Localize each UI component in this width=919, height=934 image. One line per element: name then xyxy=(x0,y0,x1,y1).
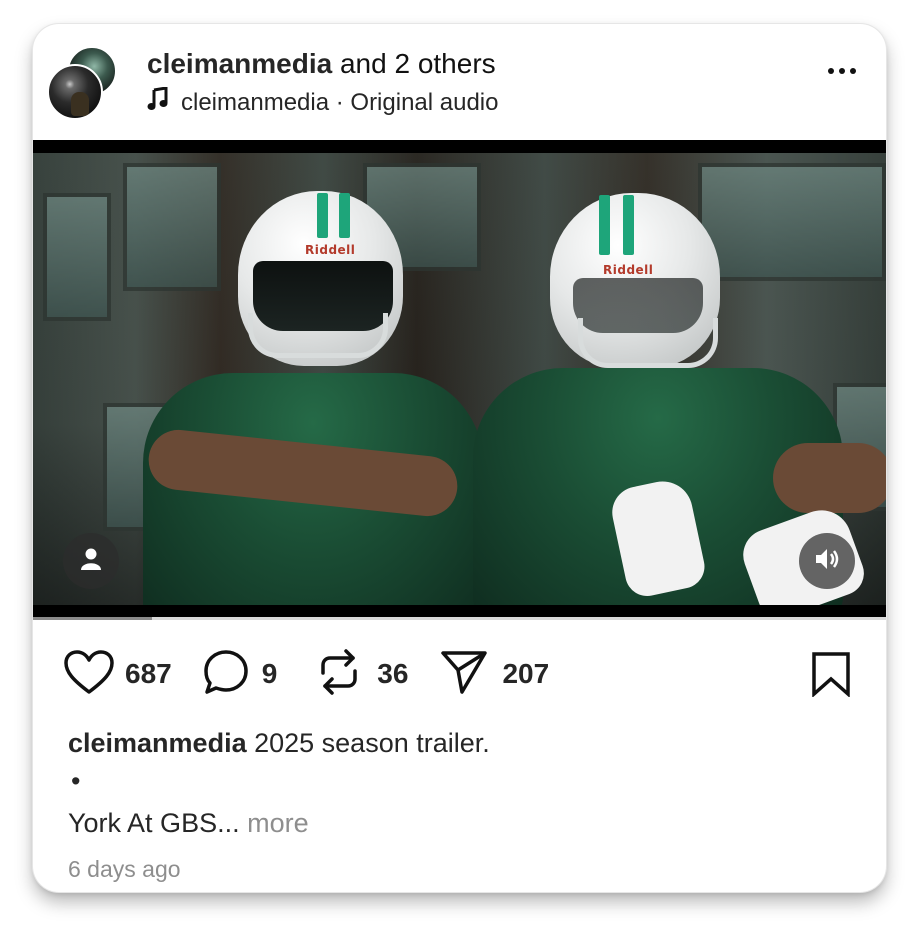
video-player[interactable]: Riddell Riddell xyxy=(33,140,886,620)
heart-icon[interactable] xyxy=(63,649,115,700)
post-timestamp: 6 days ago xyxy=(68,856,181,882)
video-progress-fill xyxy=(33,617,153,620)
speaker-icon xyxy=(814,547,840,576)
save-button[interactable] xyxy=(810,651,852,702)
bookmark-icon[interactable] xyxy=(810,652,852,701)
caption-line-2-text: York At GBS... xyxy=(68,808,248,838)
audio-info[interactable]: cleimanmedia · Original audio xyxy=(147,86,499,118)
avatar[interactable] xyxy=(47,64,103,120)
send-icon[interactable] xyxy=(440,649,488,700)
caption-bullet: • xyxy=(71,766,81,796)
person-icon xyxy=(80,547,102,576)
post-card: cleimanmedia and 2 others cleimanmedia ·… xyxy=(33,24,886,892)
repost-count[interactable]: 36 xyxy=(377,658,408,690)
post-author[interactable]: cleimanmedia and 2 others xyxy=(147,48,496,80)
video-progress-bar[interactable] xyxy=(33,617,886,620)
music-note-icon xyxy=(147,86,169,118)
caption-line-2: York At GBS... more xyxy=(68,808,309,839)
comment-icon[interactable] xyxy=(202,648,250,701)
share-button[interactable]: 207 xyxy=(440,649,549,700)
repost-button[interactable]: 36 xyxy=(317,647,408,702)
audio-label: cleimanmedia · Original audio xyxy=(181,88,499,116)
tag-people-button[interactable] xyxy=(63,533,119,589)
caption-username[interactable]: cleimanmedia xyxy=(68,728,247,758)
more-options-icon[interactable] xyxy=(828,68,856,74)
collaborators-text[interactable]: and 2 others xyxy=(332,48,496,79)
comment-button[interactable]: 9 xyxy=(202,648,278,701)
share-count[interactable]: 207 xyxy=(502,658,549,690)
like-count[interactable]: 687 xyxy=(125,658,172,690)
more-link[interactable]: more xyxy=(247,808,309,838)
caption-text: 2025 season trailer. xyxy=(246,728,490,758)
comment-count[interactable]: 9 xyxy=(262,658,278,690)
helmet-brand-text: Riddell xyxy=(305,243,356,257)
video-frame: Riddell Riddell xyxy=(33,153,886,605)
author-username[interactable]: cleimanmedia xyxy=(147,48,332,79)
post-caption: cleimanmedia 2025 season trailer. xyxy=(68,728,490,759)
helmet-brand-text: Riddell xyxy=(603,263,654,277)
post-actions: 687 9 36 207 xyxy=(63,648,549,700)
mute-toggle-button[interactable] xyxy=(799,533,855,589)
avatar-stack[interactable] xyxy=(47,46,119,120)
repost-icon[interactable] xyxy=(317,647,361,702)
like-button[interactable]: 687 xyxy=(63,649,172,700)
